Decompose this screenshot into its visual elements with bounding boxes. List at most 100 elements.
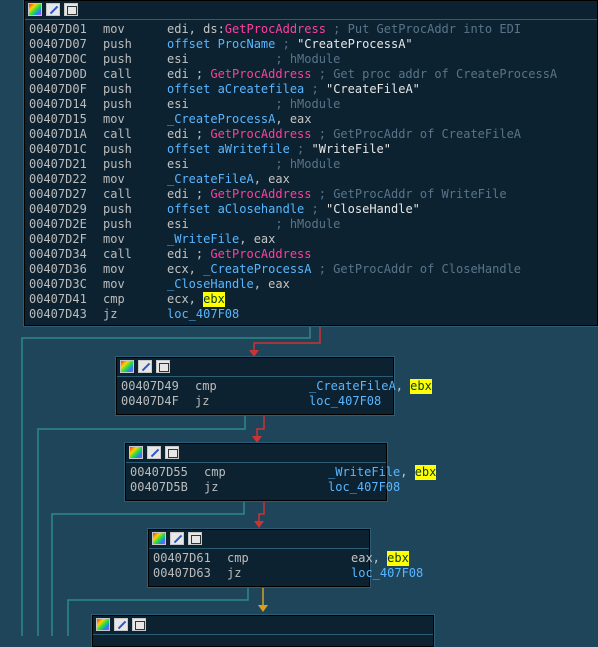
edit-icon[interactable] <box>147 446 161 459</box>
block-toolbar <box>25 1 597 20</box>
instruction-operands: esi ; hModule <box>167 157 340 172</box>
instruction-mnemonic: push <box>103 217 132 231</box>
graph-view-icon[interactable] <box>64 3 78 16</box>
instruction-address: 00407D15 <box>29 112 87 126</box>
arrowhead <box>254 521 264 528</box>
comment: ; hModule <box>188 52 341 66</box>
instruction-row[interactable]: 00407D0C push esi ; hModule <box>29 52 593 67</box>
instruction-row[interactable]: 00407D36 mov ecx, _CreateProcessA ; GetPro… <box>29 262 593 277</box>
instruction-row[interactable]: 00407D0D call edi ; GetProcAddress ; Get p… <box>29 67 593 82</box>
instruction-address: 00407D2F <box>29 232 87 246</box>
instruction-row[interactable]: 00407D55 cmp _WriteFile, ebx <box>130 465 437 480</box>
highlighted-operand: ebx <box>387 551 409 566</box>
code-block-3[interactable]: 00407D55 cmp _WriteFile, ebx 00407D5B jz loc_… <box>125 443 437 501</box>
instruction-mnemonic: mov <box>103 232 125 246</box>
instruction-row[interactable]: 00407D41 cmp ecx, ebx <box>29 292 593 307</box>
instruction-operands: _CreateProcessA, eax <box>167 112 312 127</box>
operand-token[interactable]: loc_407F08 <box>328 480 400 495</box>
operand-token: edi ; <box>167 247 211 261</box>
operand-token[interactable]: _CreateFileA <box>167 172 254 187</box>
instruction-address: 00407D34 <box>29 247 87 261</box>
comment: ; <box>304 82 326 96</box>
code-block-2[interactable]: 00407D49 cmp _CreateFileA, ebx 00407D4F jz lo… <box>116 357 432 415</box>
instruction-row[interactable]: 00407D63 jz loc_407F08 <box>153 566 423 581</box>
instruction-row[interactable]: 00407D07 push offset ProcName ; "CreatePro… <box>29 37 593 52</box>
edit-icon[interactable] <box>170 532 184 545</box>
instruction-operands: offset aClosehandle ; "CloseHandle" <box>167 202 420 217</box>
code-block-1[interactable]: 00407D01 mov edi, ds: GetProcAddress ; Put … <box>24 0 598 326</box>
edit-icon[interactable] <box>46 3 60 16</box>
graph-view-icon[interactable] <box>188 532 202 545</box>
operand-token[interactable]: GetProcAddress <box>225 22 326 37</box>
instruction-list: 00407D55 cmp _WriteFile, ebx 00407D5B jz loc_… <box>126 463 437 495</box>
instruction-row[interactable]: 00407D2E push esi ; hModule <box>29 217 593 232</box>
operand-token: , eax <box>239 232 276 246</box>
instruction-row[interactable]: 00407D14 push esi ; hModule <box>29 97 593 112</box>
edit-icon[interactable] <box>114 618 128 631</box>
instruction-row[interactable]: 00407D1C push offset aWritefile ; "WriteFi… <box>29 142 593 157</box>
instruction-address: 00407D55 <box>130 465 188 479</box>
instruction-row[interactable]: 00407D4F jz loc_407F08 <box>121 394 389 409</box>
operand-token[interactable]: offset aWritefile <box>167 142 290 157</box>
operand-token[interactable]: GetProcAddress <box>210 67 311 82</box>
instruction-row[interactable]: 00407D5B jz loc_407F08 <box>130 480 400 495</box>
instruction-mnemonic: mov <box>103 277 125 291</box>
color-palette-icon[interactable] <box>120 360 134 373</box>
instruction-row[interactable]: 00407D1A call edi ; GetProcAddress ; GetPr… <box>29 127 593 142</box>
instruction-operands: offset aCreatefilea ; "CreateFileA" <box>167 82 420 97</box>
color-palette-icon[interactable] <box>28 3 42 16</box>
instruction-row[interactable]: 00407D43 jz loc_407F08 <box>29 307 593 322</box>
instruction-row[interactable]: 00407D21 push esi ; hModule <box>29 157 593 172</box>
operand-token[interactable]: _CloseHandle <box>167 277 254 292</box>
operand-token[interactable]: offset aCreatefilea <box>167 82 304 97</box>
operand-token[interactable]: _CreateProcessA <box>203 262 311 277</box>
instruction-row[interactable]: 00407D22 mov _CreateFileA, eax <box>29 172 593 187</box>
instruction-row[interactable]: 00407D3C mov _CloseHandle, eax <box>29 277 593 292</box>
instruction-row[interactable]: 00407D29 push offset aClosehandle ; "Close… <box>29 202 593 217</box>
operand-token[interactable]: loc_407F08 <box>309 394 381 409</box>
graph-view-icon[interactable] <box>156 360 170 373</box>
operand-token: ecx, <box>167 292 204 306</box>
operand-token[interactable]: offset aClosehandle <box>167 202 304 217</box>
instruction-row[interactable]: 00407D15 mov _CreateProcessA, eax <box>29 112 593 127</box>
instruction-row[interactable]: 00407D27 call edi ; GetProcAddress ; GetPr… <box>29 187 593 202</box>
operand-token: "CreateFileA" <box>325 82 420 96</box>
operand-token[interactable]: loc_407F08 <box>351 566 423 581</box>
color-palette-icon[interactable] <box>96 618 110 631</box>
instruction-operands: edi ; GetProcAddress ; GetProcAddr of Cr… <box>167 127 521 142</box>
edit-icon[interactable] <box>138 360 152 373</box>
operand-token[interactable]: _WriteFile <box>167 232 239 247</box>
color-palette-icon[interactable] <box>129 446 143 459</box>
instruction-row[interactable]: 00407D34 call edi ; GetProcAddress <box>29 247 593 262</box>
code-block-5[interactable] <box>92 615 434 647</box>
operand-token[interactable]: _CreateFileA <box>309 379 396 394</box>
operand-token: "CreateProcessA" <box>297 37 413 51</box>
instruction-row[interactable]: 00407D0F push offset aCreatefilea ; "Creat… <box>29 82 593 97</box>
instruction-mnemonic: jz <box>195 394 210 408</box>
instruction-mnemonic: push <box>103 97 132 111</box>
instruction-row[interactable]: 00407D61 cmp eax, ebx <box>153 551 409 566</box>
highlighted-operand: ebx <box>414 465 437 480</box>
graph-view-icon[interactable] <box>132 618 146 631</box>
operand-token[interactable]: GetProcAddress <box>210 127 311 142</box>
operand-token[interactable]: GetProcAddress <box>210 187 311 202</box>
operand-token[interactable]: loc_407F08 <box>167 307 239 322</box>
graph-view-icon[interactable] <box>165 446 179 459</box>
instruction-address: 00407D0F <box>29 82 87 96</box>
instruction-address: 00407D63 <box>153 566 211 580</box>
instruction-row[interactable]: 00407D2F mov _WriteFile, eax <box>29 232 593 247</box>
comment: ; <box>289 142 312 156</box>
instruction-mnemonic: call <box>103 187 132 201</box>
instruction-row[interactable]: 00407D49 cmp _CreateFileA, ebx <box>121 379 432 394</box>
operand-token[interactable]: _CreateProcessA <box>167 112 275 127</box>
instruction-mnemonic: push <box>103 202 132 216</box>
color-palette-icon[interactable] <box>152 532 166 545</box>
block-toolbar <box>117 358 393 377</box>
instruction-operands: esi ; hModule <box>167 52 340 67</box>
operand-token[interactable]: _WriteFile <box>328 465 400 480</box>
instruction-row[interactable]: 00407D01 mov edi, ds: GetProcAddress ; Put … <box>29 22 593 37</box>
code-block-4[interactable]: 00407D61 cmp eax, ebx 00407D63 jz loc_407F08 <box>148 529 423 587</box>
operand-token[interactable]: offset ProcName <box>167 37 275 52</box>
instruction-address: 00407D0C <box>29 52 87 66</box>
operand-token[interactable]: GetProcAddress <box>210 247 311 262</box>
